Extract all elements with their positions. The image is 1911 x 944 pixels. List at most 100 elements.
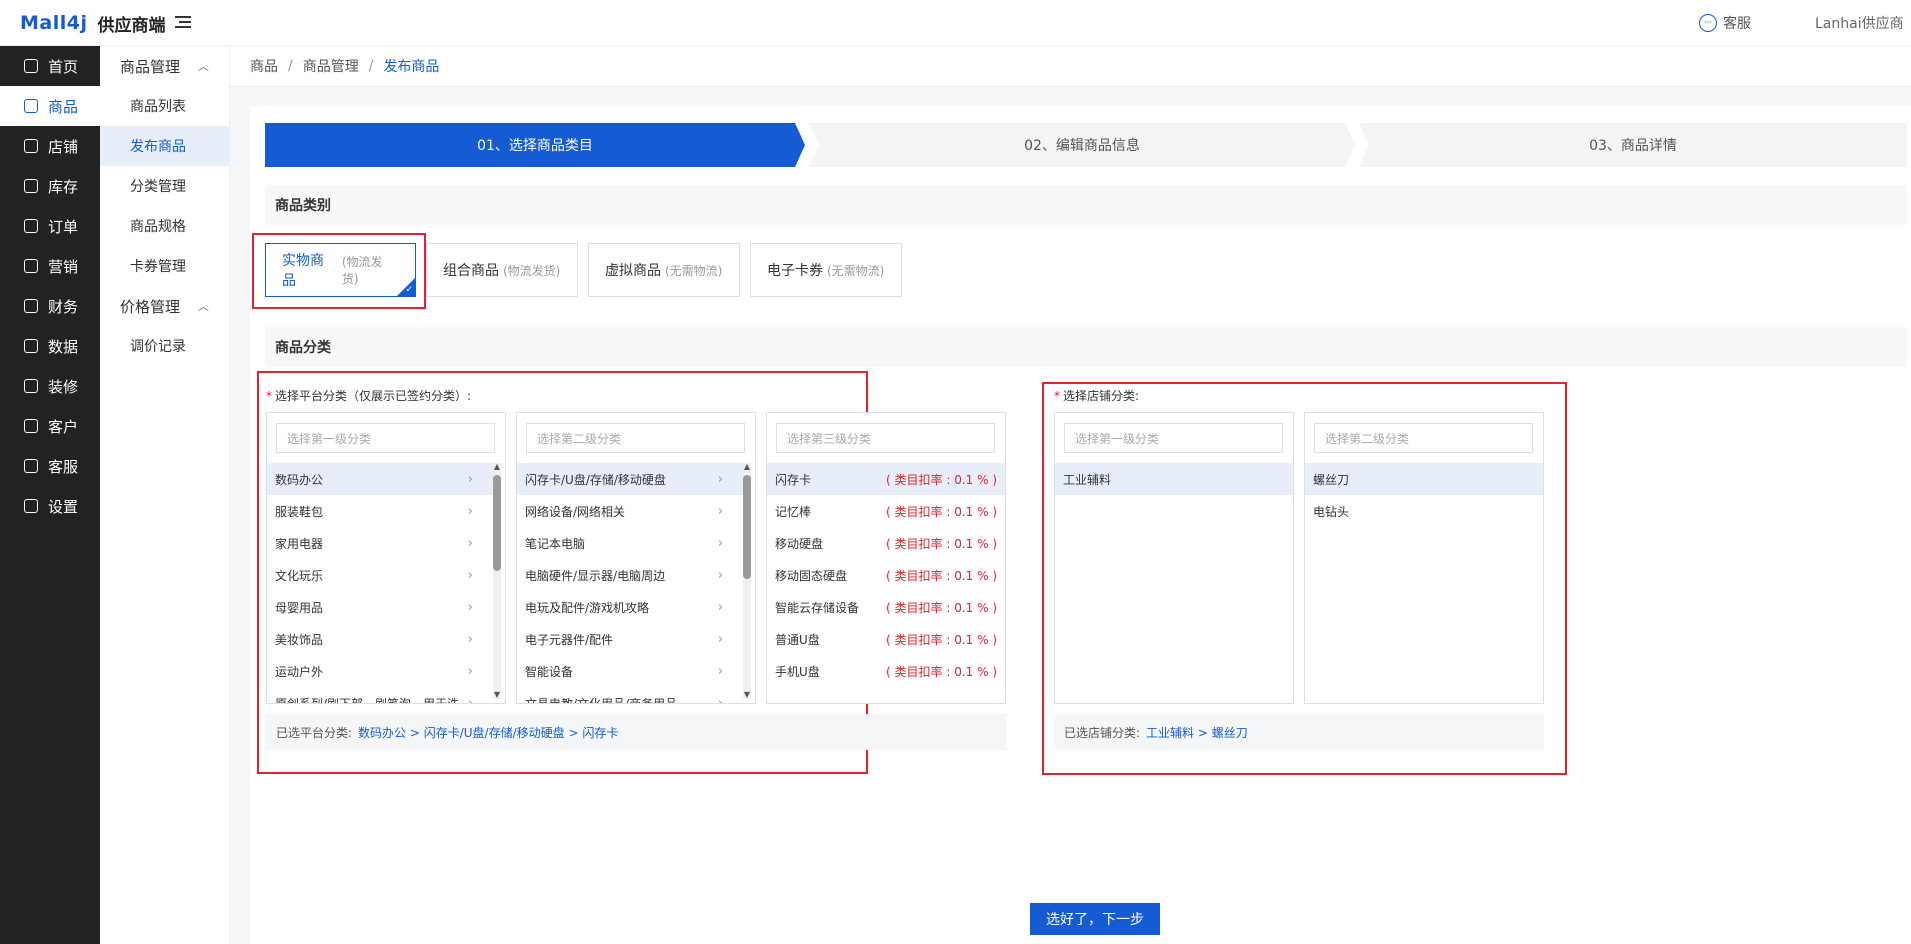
data-icon [24,339,38,353]
sidebar-item-marketing[interactable]: 营销 [0,246,100,286]
user-icon [24,419,38,433]
breadcrumb-item[interactable]: 商品 [250,56,278,76]
chevron-right-icon: › [717,663,723,679]
list-item[interactable]: 闪存卡( 类目扣率 : 0.1 % ) [767,463,1005,495]
goods-icon [24,99,38,113]
sidebar-item-label: 数据 [48,337,79,356]
submenu-item-publish-goods[interactable]: 发布商品 [100,126,229,166]
sidebar-item-stock[interactable]: 库存 [0,166,100,206]
chevron-right-icon: › [467,599,473,615]
submenu-item-goods-spec[interactable]: 商品规格 [100,206,229,246]
chevron-right-icon: › [467,471,473,487]
logo[interactable]: Mall4j 供应商端 [20,11,166,36]
submenu-group-goods-manage[interactable]: 商品管理 ︿ [100,46,229,86]
sidebar-item-home[interactable]: 首页 [0,46,100,86]
list-item[interactable]: 服装鞋包 › [267,495,493,527]
chevron-up-icon: ︿ [198,60,209,73]
sidebar-item-store[interactable]: 店铺 [0,126,100,166]
store-icon [24,139,38,153]
list-item[interactable]: 美妆饰品 › [267,623,493,655]
goods-type-group: 实物商品 (物流发货) ✓ 组合商品 (物流发货) 虚拟商品 (无需物流) 电子卡券 (… [265,243,902,297]
gift-icon [24,259,38,273]
shop-level2-search[interactable]: 选择第二级分类 [1314,423,1533,453]
submenu-item-price-record[interactable]: 调价记录 [100,326,229,366]
submenu-item-coupon-manage[interactable]: 卡券管理 [100,246,229,286]
sidebar-item-order[interactable]: 订单 [0,206,100,246]
stock-icon [24,179,38,193]
sidebar-item-data[interactable]: 数据 [0,326,100,366]
selected-label: 已选平台分类: [276,725,353,740]
breadcrumb-item[interactable]: 商品管理 [303,56,359,76]
type-option-combo[interactable]: 组合商品 (物流发货) [426,243,578,297]
step-2: 02、编辑商品信息 [809,123,1355,167]
list-item[interactable]: 移动固态硬盘( 类目扣率 : 0.1 % ) [767,559,1005,591]
shop-level1-search[interactable]: 选择第一级分类 [1064,423,1283,453]
customer-service-link[interactable]: ··· 客服 [1699,13,1751,33]
finance-icon [24,299,38,313]
platform-level3-search[interactable]: 选择第三级分类 [776,423,995,453]
submenu-item-category-manage[interactable]: 分类管理 [100,166,229,206]
list-item[interactable]: 电钻头 [1305,495,1543,527]
list-item[interactable]: 智能设备 › [517,655,743,687]
list-item[interactable]: 文具电教/文化用品/商务用品 › [517,687,743,704]
platform-level1-search[interactable]: 选择第一级分类 [276,423,495,453]
sidebar-item-label: 首页 [48,57,79,76]
sidebar-item-settings[interactable]: 设置 [0,486,100,526]
label-text: 选择店铺分类: [1063,389,1140,403]
list-item[interactable]: 文化玩乐 › [267,559,493,591]
list-item[interactable]: 手机U盘( 类目扣率 : 0.1 % ) [767,655,1005,687]
selected-path[interactable]: 数码办公 > 闪存卡/U盘/存储/移动硬盘 > 闪存卡 [358,724,618,741]
list-item[interactable]: 普通U盘( 类目扣率 : 0.1 % ) [767,623,1005,655]
type-option-virtual[interactable]: 虚拟商品 (无需物流) [588,243,740,297]
chevron-right-icon: › [717,567,723,583]
list-item[interactable]: 笔记本电脑 › [517,527,743,559]
sidebar-item-decorate[interactable]: 装修 [0,366,100,406]
type-name: 组合商品 [443,263,499,279]
chevron-right-icon: › [467,535,473,551]
next-step-button[interactable]: 选好了，下一步 [1030,903,1160,935]
type-name: 实物商品 [282,253,324,289]
list-item[interactable]: 闪存卡/U盘/存储/移动硬盘 › [517,463,743,495]
sidebar-item-label: 商品 [48,97,79,116]
sidebar-item-service[interactable]: 客服 [0,446,100,486]
list-item[interactable]: 螺丝刀 [1305,463,1543,495]
list-item[interactable]: 电脑硬件/显示器/电脑周边 › [517,559,743,591]
list-item[interactable]: 移动硬盘( 类目扣率 : 0.1 % ) [767,527,1005,559]
chevron-right-icon: › [717,631,723,647]
type-option-physical[interactable]: 实物商品 (物流发货) ✓ [265,243,416,297]
list-item[interactable]: 工业辅料 [1055,463,1293,495]
type-hint: (无需物流) [827,263,885,278]
customer-service-label: 客服 [1723,16,1751,32]
selected-path[interactable]: 工业辅料 > 螺丝刀 [1146,724,1248,741]
sidebar-item-goods[interactable]: 商品 [0,86,100,126]
list-item[interactable]: 数码办公 › [267,463,493,495]
chevron-right-icon: › [467,695,473,704]
list-item[interactable]: 运动户外 › [267,655,493,687]
list-item[interactable]: 记忆棒( 类目扣率 : 0.1 % ) [767,495,1005,527]
scrollbar[interactable]: ▲ ▼ [493,463,501,699]
chevron-right-icon: › [717,471,723,487]
scrollbar[interactable]: ▲ ▼ [743,463,751,699]
list-item[interactable]: 电子元器件/配件 › [517,623,743,655]
list-item[interactable]: 智能云存储设备( 类目扣率 : 0.1 % ) [767,591,1005,623]
list-item[interactable]: 电玩及配件/游戏机攻略 › [517,591,743,623]
list-item[interactable]: 家用电器 › [267,527,493,559]
shop-selected-bar: 已选店铺分类: 工业辅料 > 螺丝刀 [1054,714,1544,750]
type-option-ecard[interactable]: 电子卡券 (无需物流) [750,243,902,297]
list-item[interactable]: 母婴用品 › [267,591,493,623]
menu-collapse-icon[interactable] [175,13,195,33]
sidebar-item-finance[interactable]: 财务 [0,286,100,326]
platform-level2-search[interactable]: 选择第二级分类 [526,423,745,453]
chevron-up-icon: ︿ [198,300,209,313]
type-hint: (物流发货) [503,263,561,278]
type-name: 虚拟商品 [605,263,661,279]
submenu-group-price-manage[interactable]: 价格管理 ︿ [100,286,229,326]
chat-icon [24,459,38,473]
list-item[interactable]: 原创系列/刷下部 - 刷笔泡 - 用于洗 › [267,687,493,704]
list-item[interactable]: 网络设备/网络相关 › [517,495,743,527]
user-menu[interactable]: Lanhai供应商 [1815,13,1904,33]
submenu-item-goods-list[interactable]: 商品列表 [100,86,229,126]
chevron-right-icon: › [467,663,473,679]
sidebar-item-label: 客服 [48,457,79,476]
sidebar-item-customer[interactable]: 客户 [0,406,100,446]
